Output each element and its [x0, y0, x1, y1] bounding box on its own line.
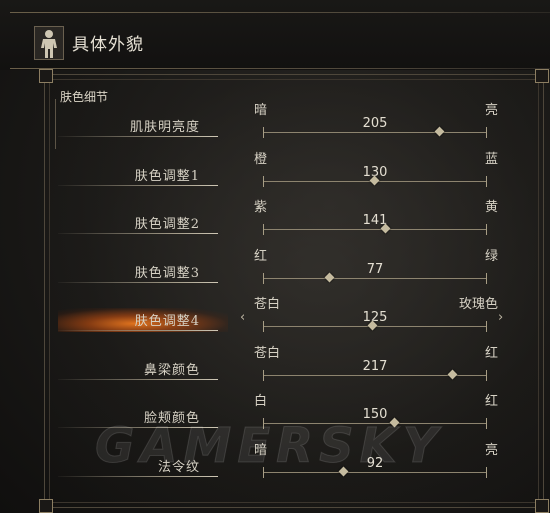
slider-max-label: 亮: [484, 103, 498, 118]
slider-row[interactable]: 肤色调整3 红 绿 77: [0, 244, 550, 292]
track-end-tick: [486, 127, 487, 138]
track-end-tick: [486, 175, 487, 187]
track-end-tick: [263, 272, 264, 284]
body-figure-icon: [34, 26, 64, 60]
slider-value: 141: [362, 213, 388, 228]
slider-label: 肌肤明亮度: [129, 120, 200, 135]
slider-min-label: 暗: [254, 442, 268, 458]
track-end-tick: [486, 418, 487, 429]
track-end-tick: [486, 321, 487, 332]
slider-track[interactable]: [263, 223, 487, 235]
page-title: 具体外貌: [72, 35, 144, 55]
slider-thumb-icon[interactable]: [434, 126, 445, 137]
slider-max-label: 蓝: [484, 151, 498, 167]
label-underline: [58, 378, 218, 380]
slider-row[interactable]: 法令纹 暗 亮 92: [0, 438, 550, 486]
header-bar: 具体外貌: [0, 0, 550, 70]
slider-track[interactable]: [263, 369, 487, 381]
track-end-tick: [263, 224, 264, 235]
track-end-tick: [486, 224, 487, 235]
slider-value: 205: [362, 116, 388, 131]
slider-label: 肤色调整2: [134, 217, 200, 232]
slider-row[interactable]: 肌肤明亮度 暗 亮 205: [0, 98, 550, 146]
panel-corner-ornament: [39, 69, 53, 83]
header-divider-bottom: [10, 68, 550, 69]
slider-value: 217: [362, 358, 388, 374]
label-underline: [58, 281, 218, 283]
slider-value: 77: [366, 261, 384, 277]
slider-min-label: 白: [254, 394, 268, 409]
header-divider-top: [10, 12, 550, 13]
slider-max-label: 红: [484, 394, 498, 409]
track-end-tick: [486, 272, 487, 284]
slider-min-label: 苍白: [254, 297, 281, 312]
slider-label: 鼻梁颜色: [143, 362, 200, 378]
track-end-tick: [263, 321, 264, 332]
label-underline: [58, 330, 218, 331]
track-end-tick: [263, 175, 264, 187]
track-end-tick: [263, 466, 264, 478]
slider-max-label: 亮: [484, 442, 498, 458]
label-underline: [58, 427, 218, 428]
slider-track[interactable]: [263, 417, 487, 429]
slider-label: 肤色调整3: [134, 265, 200, 281]
track-end-tick: [263, 418, 264, 429]
slider-value: 150: [362, 407, 388, 422]
panel-corner-ornament: [39, 499, 53, 513]
slider-min-label: 暗: [254, 103, 268, 118]
slider-track[interactable]: [263, 272, 487, 284]
slider-row[interactable]: 脸颊颜色 白 红 150: [0, 389, 550, 437]
decrease-arrow-icon[interactable]: ‹: [240, 310, 245, 325]
slider-row[interactable]: 肤色调整2 紫 黄 141: [0, 195, 550, 243]
slider-row[interactable]: ‹ › 肤色调整4 苍白 玫瑰色 125: [0, 292, 550, 340]
slider-row[interactable]: 肤色调整1 橙蓝 130: [0, 147, 550, 195]
slider-label: 肤色调整1: [134, 168, 200, 184]
track-end-tick: [486, 369, 487, 381]
slider-track[interactable]: [263, 126, 487, 138]
increase-arrow-icon[interactable]: ›: [498, 310, 503, 325]
slider-track[interactable]: [263, 175, 487, 187]
slider-label: 法令纹: [157, 459, 200, 475]
slider-max-label: 黄: [484, 200, 498, 215]
slider-row[interactable]: 鼻梁颜色 苍白 红 217: [0, 341, 550, 389]
slider-label: 肤色调整4: [134, 314, 200, 329]
slider-min-label: 橙: [254, 151, 268, 167]
label-underline: [58, 233, 218, 234]
slider-max-label: 红: [484, 345, 498, 361]
track-end-tick: [263, 369, 264, 381]
slider-thumb-icon[interactable]: [324, 272, 335, 282]
panel-corner-ornament: [535, 69, 549, 83]
label-underline: [58, 136, 218, 137]
slider-track[interactable]: [263, 320, 487, 332]
track-end-tick: [263, 127, 264, 138]
slider-min-label: 红: [254, 248, 268, 264]
slider-value: 92: [366, 455, 384, 471]
panel-corner-ornament: [535, 499, 549, 513]
label-underline: [58, 184, 218, 186]
slider-max-label: 玫瑰色: [458, 297, 498, 312]
track-end-tick: [486, 466, 487, 478]
slider-min-label: 紫: [254, 200, 268, 215]
slider-max-label: 绿: [484, 248, 498, 264]
slider-label: 脸颊颜色: [143, 411, 200, 426]
character-creation-screen: 具体外貌 肤色细节 肌肤明亮度暗亮 205 肤色调整1 橙蓝 130 肤色调整2 紫黄 141…: [0, 0, 550, 513]
slider-track[interactable]: [263, 466, 487, 478]
label-underline: [58, 475, 218, 477]
slider-thumb-icon[interactable]: [447, 369, 458, 379]
slider-min-label: 苍白: [254, 345, 281, 361]
